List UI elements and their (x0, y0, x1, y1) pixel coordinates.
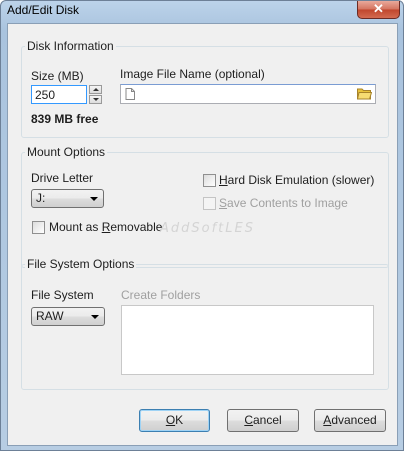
file-system-label: File System (31, 288, 94, 302)
disk-information-group: Disk Information Size (MB) 250 839 MB fr… (21, 39, 389, 138)
mount-options-group: Mount Options Drive Letter J: Mount as R… (21, 145, 389, 268)
size-value: 250 (35, 88, 56, 102)
hard-disk-emulation-label: Hard Disk Emulation (slower) (219, 173, 375, 187)
size-label: Size (MB) (31, 69, 84, 83)
create-folders-label: Create Folders (121, 288, 201, 302)
watermark-text: AddSoftLES (160, 221, 255, 236)
hard-disk-emulation-checkbox[interactable] (203, 174, 216, 187)
file-system-options-legend: File System Options (25, 257, 137, 271)
dialog-client-area: Disk Information Size (MB) 250 839 MB fr… (7, 23, 398, 446)
cancel-button[interactable]: Cancel (227, 409, 299, 432)
dialog-window: Add/Edit Disk ✕ Disk Information Size (M… (0, 0, 404, 451)
file-system-select[interactable]: RAW (31, 307, 105, 326)
file-system-value: RAW (36, 309, 64, 323)
file-system-options-group: File System Options File System RAW Crea… (21, 257, 389, 390)
drive-letter-value: J: (36, 191, 46, 205)
save-contents-label: Save Contents to Image (219, 196, 348, 210)
chevron-down-icon (90, 197, 98, 201)
folder-icon[interactable] (356, 87, 373, 103)
file-icon (125, 88, 135, 103)
close-icon: ✕ (373, 1, 384, 16)
close-button[interactable]: ✕ (357, 1, 400, 19)
drive-letter-label: Drive Letter (31, 171, 94, 185)
disk-information-legend: Disk Information (25, 39, 116, 53)
mount-options-legend: Mount Options (25, 145, 108, 159)
ok-button[interactable]: OK (139, 409, 210, 432)
free-space-text: 839 MB free (31, 112, 99, 126)
advanced-button[interactable]: Advanced (314, 409, 386, 432)
save-contents-checkbox[interactable] (203, 197, 216, 210)
window-title: Add/Edit Disk (7, 3, 80, 17)
image-file-label: Image File Name (optional) (120, 67, 265, 81)
drive-letter-select[interactable]: J: (31, 189, 104, 208)
mount-removable-checkbox[interactable] (32, 221, 45, 234)
chevron-down-icon (91, 315, 99, 319)
size-spin-up-button[interactable] (89, 85, 102, 94)
mount-removable-label: Mount as Removable (49, 220, 163, 234)
size-spin-down-button[interactable] (89, 95, 102, 104)
size-input[interactable]: 250 (31, 85, 87, 104)
create-folders-textarea[interactable] (121, 305, 374, 375)
image-file-input[interactable] (120, 84, 376, 104)
